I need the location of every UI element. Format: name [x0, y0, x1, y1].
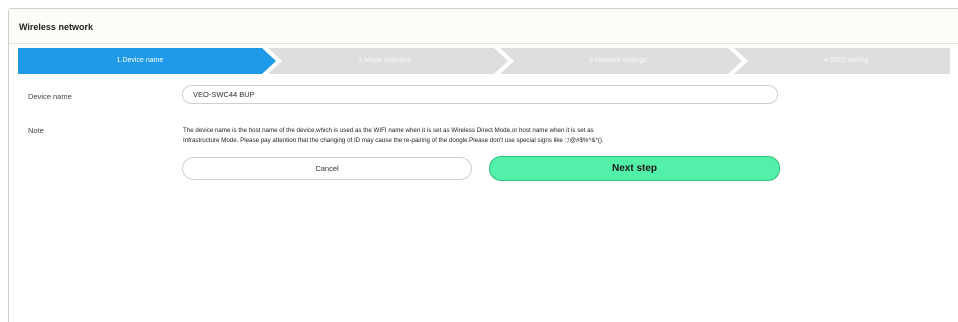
step-network-settings: 3.Network settings: [589, 57, 647, 64]
next-step-button[interactable]: Next step: [489, 156, 780, 181]
step-progress-bar: 1.Device name 2.Mode selection 3.Network…: [18, 48, 950, 74]
note-line-1: The device name is the host name of the …: [183, 127, 594, 134]
note-line-2: Infrastructure Mode. Please pay attentio…: [183, 137, 604, 144]
cancel-button[interactable]: Cancel: [182, 157, 472, 180]
note-label: Note: [28, 126, 44, 135]
page-title: Wireless network: [19, 22, 93, 32]
device-name-label: Device name: [28, 92, 72, 101]
panel-header: Wireless network: [9, 9, 958, 44]
note-text: The device name is the host name of the …: [183, 126, 823, 146]
step-ssid-setting: 4.SSID setting: [823, 57, 869, 64]
step-device-name: 1.Device name: [116, 57, 164, 64]
device-name-input[interactable]: VEO-SWC44 BUP: [182, 85, 778, 104]
step-mode-selection: 2.Mode selection: [358, 57, 412, 64]
